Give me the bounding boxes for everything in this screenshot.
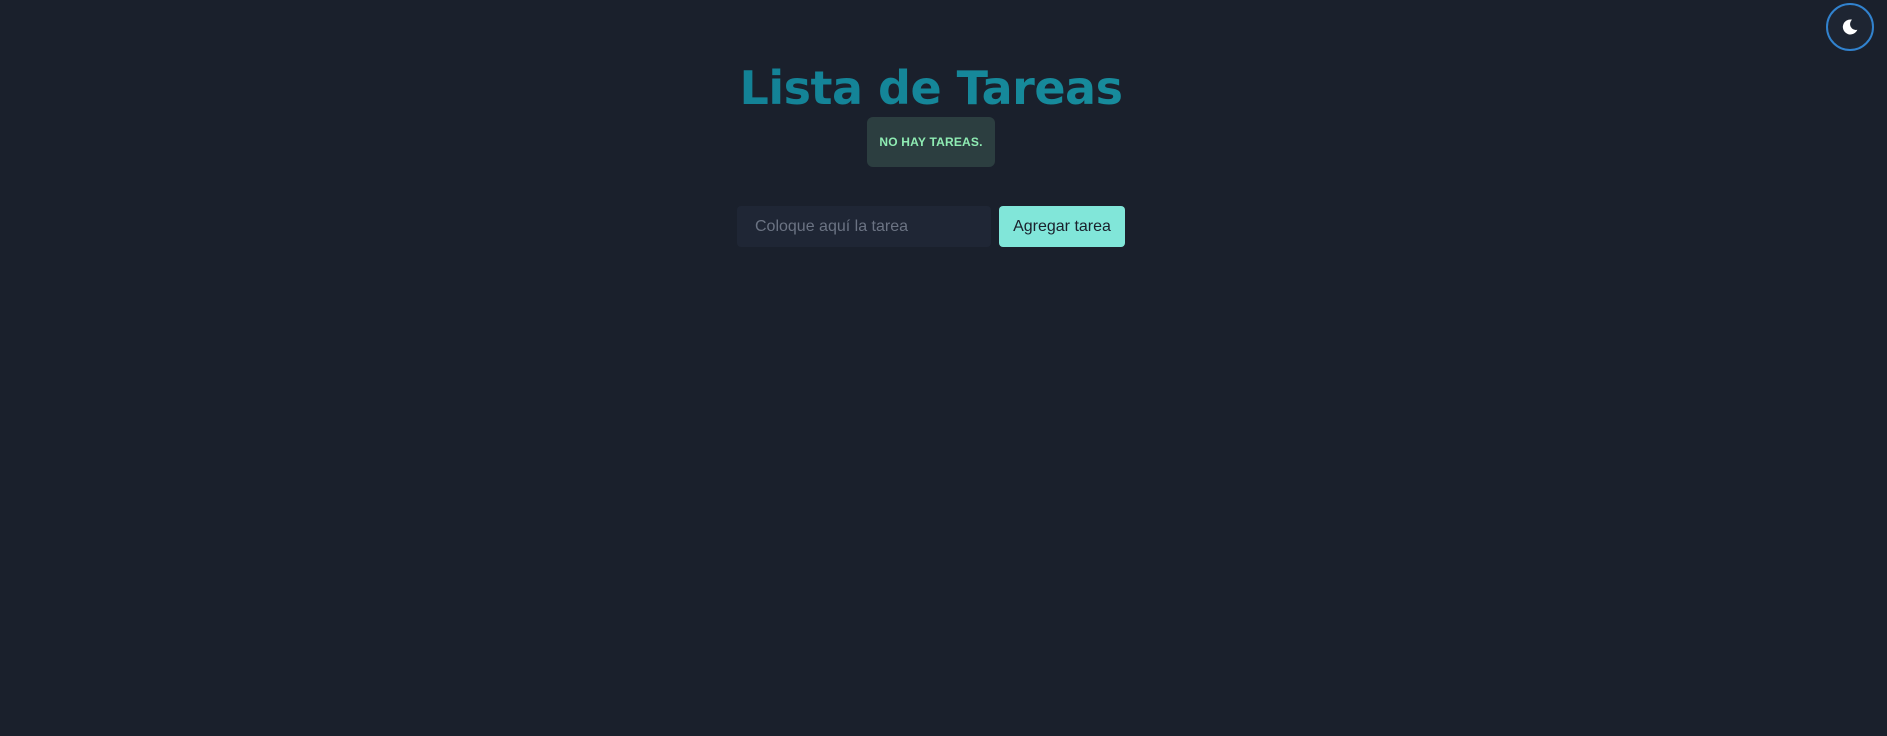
moon-icon bbox=[1840, 17, 1860, 37]
page-title: Lista de Tareas bbox=[0, 58, 1862, 118]
task-input[interactable] bbox=[737, 206, 991, 247]
empty-tasks-badge: No hay tareas. bbox=[867, 117, 995, 167]
add-task-button[interactable]: Agregar tarea bbox=[999, 206, 1125, 247]
theme-toggle-button[interactable] bbox=[1826, 3, 1874, 51]
